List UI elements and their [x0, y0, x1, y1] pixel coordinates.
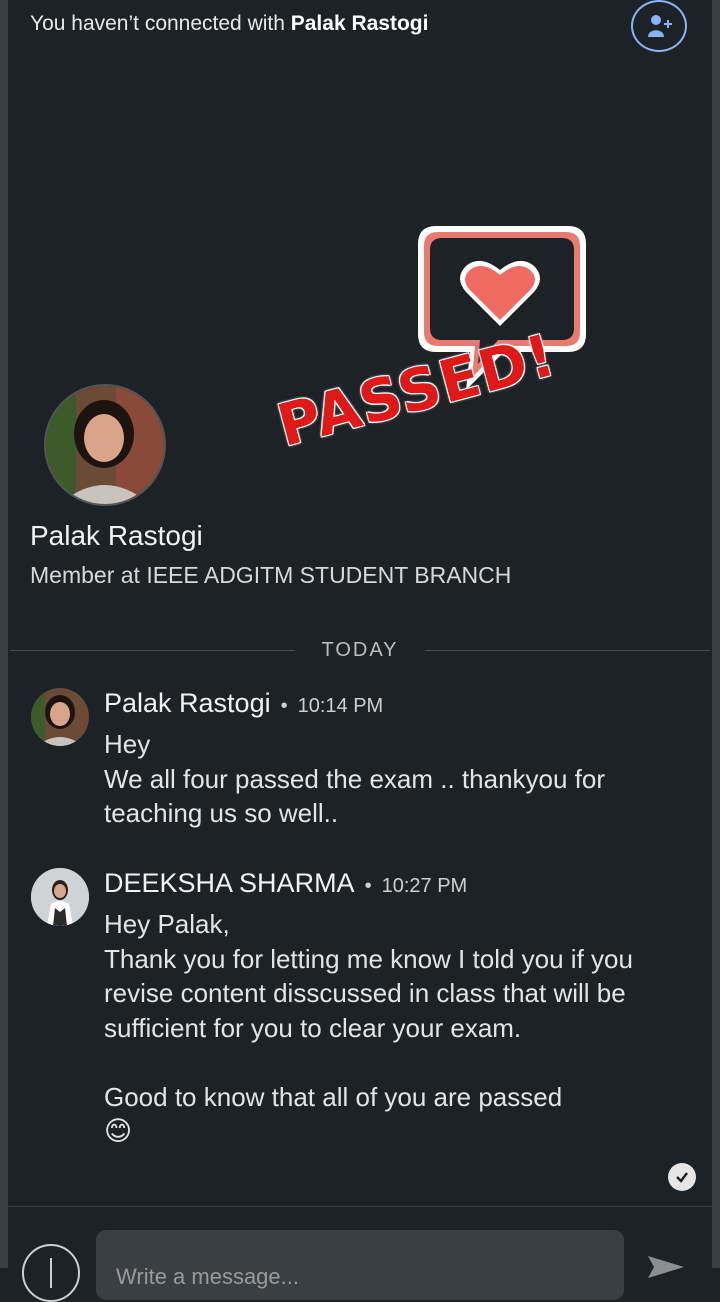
message-header: Palak Rastogi • 10:14 PM [104, 688, 383, 719]
frame-edge-left [0, 0, 8, 1268]
profile-avatar[interactable] [44, 384, 166, 506]
separator-dot: • [364, 875, 372, 897]
date-divider: TODAY [321, 639, 399, 661]
message-body: Hey Palak, Thank you for letting me know… [104, 907, 664, 1149]
banner-name[interactable]: Palak Rastogi [291, 12, 429, 35]
message-body: Hey We all four passed the exam .. thank… [104, 727, 664, 831]
message-line: Hey [104, 729, 151, 759]
composer-divider [8, 1206, 712, 1207]
connection-banner: You haven’t connected with Palak Rastogi [30, 12, 428, 36]
profile-headline: Member at IEEE ADGITM STUDENT BRANCH [30, 562, 512, 588]
add-person-icon [648, 15, 672, 37]
message-header: DEEKSHA SHARMA • 10:27 PM [104, 868, 467, 899]
sender-name[interactable]: DEEKSHA SHARMA [104, 868, 355, 898]
connect-button[interactable] [631, 0, 687, 52]
message-line: Thank you for letting me know I told you… [104, 943, 633, 1043]
profile-name[interactable]: Palak Rastogi [30, 520, 203, 552]
message-line [104, 1045, 664, 1080]
message-input[interactable] [96, 1230, 624, 1300]
sender-name[interactable]: Palak Rastogi [104, 688, 271, 718]
plus-icon[interactable] [22, 1244, 80, 1302]
message-time: 10:27 PM [381, 875, 468, 897]
message-time: 10:14 PM [297, 695, 384, 717]
read-receipt-icon [668, 1163, 696, 1191]
frame-edge-right [712, 0, 720, 1268]
message-line: Hey Palak, [104, 909, 230, 939]
message-line: We all four passed the exam .. thankyou … [104, 763, 606, 829]
separator-dot: • [280, 695, 288, 717]
sender-avatar[interactable] [31, 688, 89, 746]
sender-avatar[interactable] [31, 868, 89, 926]
emoji-smile: 😊 [104, 1116, 133, 1146]
send-icon[interactable] [646, 1252, 686, 1282]
banner-prefix: You haven’t connected with [30, 12, 291, 35]
message-line: Good to know that all of you are passed [104, 1081, 563, 1112]
divider-right [425, 650, 710, 651]
divider-left [10, 650, 295, 651]
